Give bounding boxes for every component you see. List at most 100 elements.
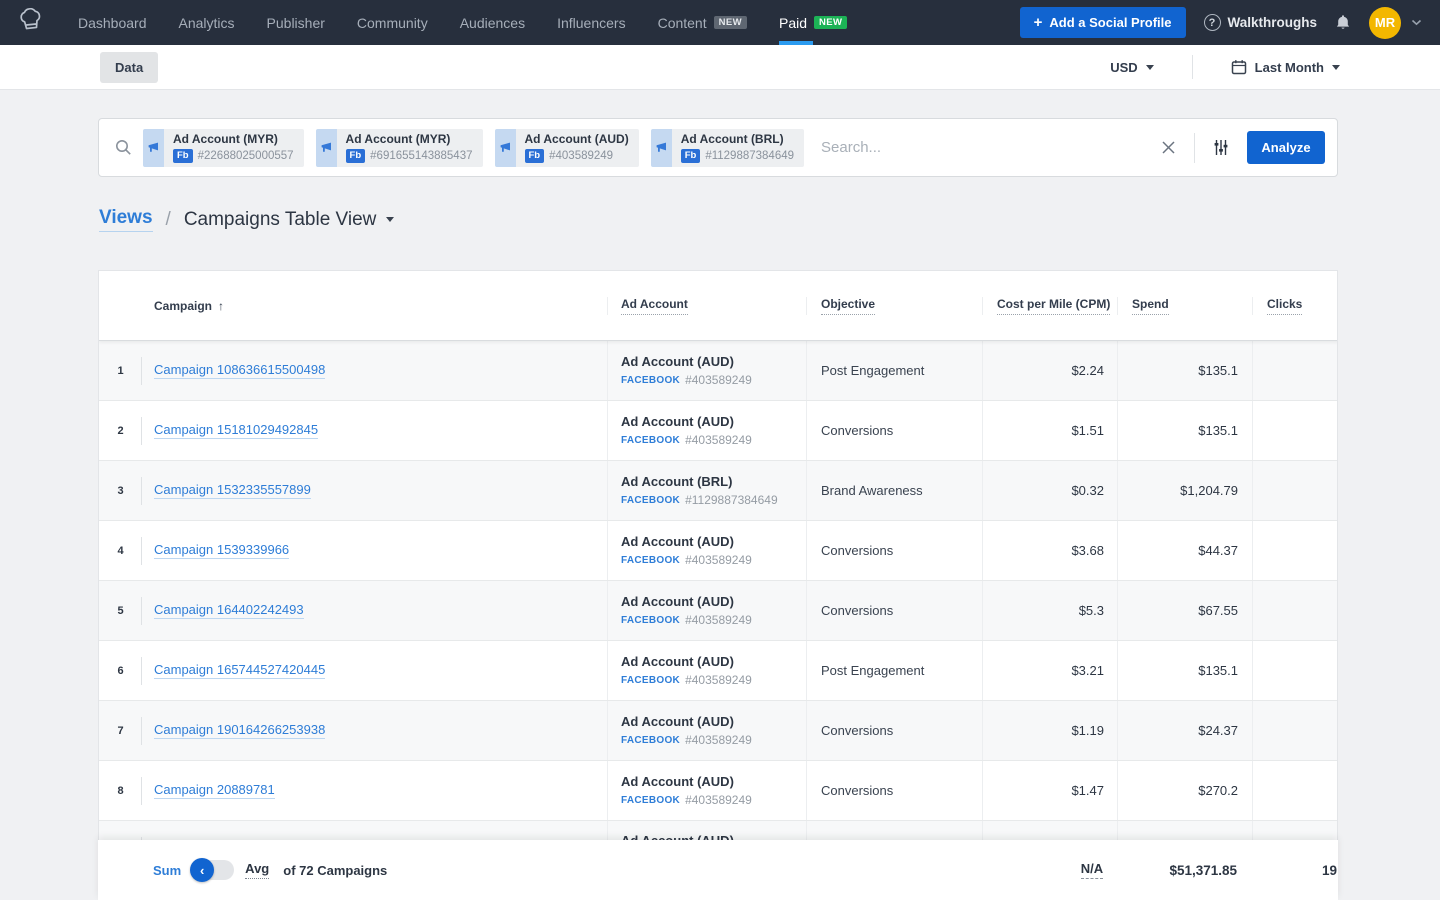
campaign-link[interactable]: Campaign 1532335557899 — [154, 482, 311, 499]
account-name: Ad Account (AUD) — [621, 654, 752, 670]
nav-items: Dashboard Analytics Publisher Community … — [62, 0, 863, 45]
campaign-link[interactable]: Campaign 164402242493 — [154, 602, 304, 619]
toolbar-right: USD Last Month — [1110, 55, 1440, 79]
header-cell-objective: Objective — [806, 297, 982, 315]
sum-avg-toggle[interactable]: ‹ — [192, 860, 234, 880]
nav-item-audiences[interactable]: Audiences — [444, 0, 541, 45]
search-input[interactable] — [821, 139, 1155, 156]
cpm-value: $1.47 — [1071, 783, 1104, 798]
chip-title: Ad Account (AUD) — [525, 132, 629, 146]
objective-value: Conversions — [821, 543, 893, 558]
cpm-value: $0.32 — [1071, 483, 1104, 498]
account-id: #403589249 — [685, 733, 752, 747]
nav-item-analytics[interactable]: Analytics — [163, 0, 251, 45]
add-social-profile-button[interactable]: + Add a Social Profile — [1020, 7, 1186, 38]
notifications-button[interactable] — [1335, 14, 1351, 31]
sort-by-account[interactable]: Ad Account — [621, 297, 688, 315]
walkthroughs-button[interactable]: ? Walkthroughs — [1204, 14, 1318, 31]
user-menu-toggle[interactable] — [1411, 19, 1422, 26]
network-label: FACEBOOK — [621, 615, 680, 626]
account-chip[interactable]: Ad Account (BRL) Fb #1129887384649 — [651, 129, 804, 167]
chef-hat-icon — [15, 6, 48, 39]
header-cell-spend: Spend — [1117, 297, 1252, 315]
nav-label: Dashboard — [78, 15, 147, 31]
sort-by-campaign[interactable]: Campaign ↑ — [154, 299, 224, 313]
cpm-value: $3.21 — [1071, 663, 1104, 678]
nav-item-publisher[interactable]: Publisher — [251, 0, 341, 45]
account-id: #403589249 — [685, 373, 752, 387]
avg-option[interactable]: Avg — [245, 861, 269, 879]
header-cell-cpm: Cost per Mile (CPM) — [982, 297, 1117, 315]
campaign-link[interactable]: Campaign 108636615500498 — [154, 362, 325, 379]
breadcrumb-views-link[interactable]: Views — [99, 207, 153, 232]
close-icon — [1161, 140, 1176, 155]
view-selector-dropdown[interactable]: Campaigns Table View — [184, 209, 395, 231]
network-label: FACEBOOK — [621, 795, 680, 806]
campaign-link[interactable]: Campaign 190164266253938 — [154, 722, 325, 739]
nav-item-community[interactable]: Community — [341, 0, 444, 45]
facebook-badge: Fb — [525, 149, 545, 163]
calendar-icon — [1231, 59, 1247, 75]
header-cell-campaign: Campaign ↑ — [142, 299, 607, 313]
cpm-value: $1.19 — [1071, 723, 1104, 738]
sort-by-objective[interactable]: Objective — [821, 297, 875, 315]
nav-item-influencers[interactable]: Influencers — [541, 0, 641, 45]
chip-title: Ad Account (MYR) — [346, 132, 473, 146]
objective-value: Conversions — [821, 783, 893, 798]
account-chip[interactable]: Ad Account (MYR) Fb #22688025000557 — [143, 129, 304, 167]
campaign-link[interactable]: Campaign 165744527420445 — [154, 662, 325, 679]
cpm-value: $3.68 — [1071, 543, 1104, 558]
spend-value: $135.1 — [1198, 663, 1238, 678]
nav-label: Influencers — [557, 15, 625, 31]
nav-label: Publisher — [267, 15, 325, 31]
sort-by-clicks[interactable]: Clicks — [1267, 297, 1302, 315]
app-logo[interactable] — [0, 8, 62, 38]
ad-account-cell: Ad Account (AUD) FACEBOOK#403589249 — [621, 414, 752, 447]
campaigns-table: Campaign ↑ Ad Account Objective Cost per… — [98, 270, 1338, 840]
caret-down-icon — [386, 217, 394, 222]
account-chip[interactable]: Ad Account (AUD) Fb #403589249 — [495, 129, 639, 167]
objective-value: Post Engagement — [821, 363, 924, 378]
nav-label: Paid — [779, 15, 807, 31]
campaign-link[interactable]: Campaign 20889781 — [154, 782, 275, 799]
sum-option[interactable]: Sum — [153, 863, 181, 878]
column-label: Campaign — [154, 299, 212, 313]
account-name: Ad Account (AUD) — [621, 414, 752, 430]
sort-by-spend[interactable]: Spend — [1132, 297, 1169, 315]
top-navigation: Dashboard Analytics Publisher Community … — [0, 0, 1440, 45]
account-name: Ad Account (AUD) — [621, 833, 734, 840]
tab-data[interactable]: Data — [100, 52, 158, 83]
chip-account-id: #22688025000557 — [198, 150, 294, 162]
chip-title: Ad Account (MYR) — [173, 132, 294, 146]
row-number: 2 — [117, 425, 123, 437]
account-chip[interactable]: Ad Account (MYR) Fb #691655143885437 — [316, 129, 483, 167]
account-id: #403589249 — [685, 793, 752, 807]
account-name: Ad Account (AUD) — [621, 594, 752, 610]
breadcrumb: Views / Campaigns Table View — [99, 207, 394, 232]
objective-value: Conversions — [821, 603, 893, 618]
sort-by-cpm[interactable]: Cost per Mile (CPM) — [997, 297, 1110, 315]
currency-dropdown[interactable]: USD — [1110, 60, 1153, 75]
search-divider — [1194, 133, 1195, 163]
date-range-dropdown[interactable]: Last Month — [1231, 59, 1340, 75]
campaign-link[interactable]: Campaign 15181029492845 — [154, 422, 318, 439]
nav-item-content[interactable]: Content NEW — [642, 0, 763, 45]
user-avatar[interactable]: MR — [1369, 7, 1401, 39]
table-row: 5 Campaign 164402242493 Ad Account (AUD)… — [99, 581, 1338, 641]
facebook-badge: Fb — [346, 149, 366, 163]
ad-account-cell: Ad Account (AUD) FACEBOOK#403589249 — [621, 354, 752, 387]
row-number: 8 — [117, 785, 123, 797]
campaign-link[interactable]: Campaign 1539339966 — [154, 542, 289, 559]
breadcrumb-separator: / — [166, 209, 171, 231]
account-name: Ad Account (AUD) — [621, 714, 752, 730]
nav-item-dashboard[interactable]: Dashboard — [62, 0, 163, 45]
table-row: 2 Campaign 15181029492845 Ad Account (AU… — [99, 401, 1338, 461]
nav-label: Community — [357, 15, 428, 31]
analyze-button[interactable]: Analyze — [1247, 131, 1325, 164]
filter-settings-button[interactable] — [1207, 133, 1235, 162]
chip-body: Ad Account (BRL) Fb #1129887384649 — [672, 129, 804, 167]
facebook-badge: Fb — [681, 149, 701, 163]
spend-value: $135.1 — [1198, 363, 1238, 378]
nav-item-paid[interactable]: Paid NEW — [763, 0, 863, 45]
clear-search-button[interactable] — [1155, 134, 1182, 161]
